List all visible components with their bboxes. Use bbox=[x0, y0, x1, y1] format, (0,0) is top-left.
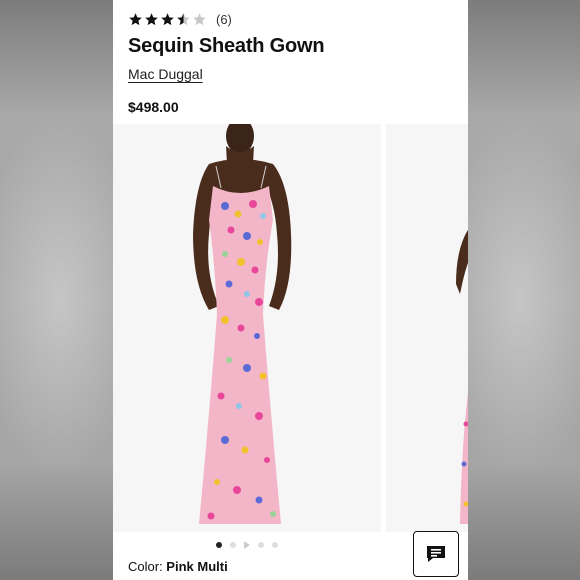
product-title: Sequin Sheath Gown bbox=[128, 35, 325, 57]
product-page: (6) Sequin Sheath Gown Mac Duggal $498.0… bbox=[113, 0, 468, 580]
review-count[interactable]: (6) bbox=[216, 12, 232, 27]
brand-link[interactable]: Mac Duggal bbox=[128, 66, 203, 82]
color-value: Pink Multi bbox=[166, 559, 228, 574]
star-icon bbox=[128, 12, 143, 27]
carousel-dot[interactable] bbox=[258, 542, 264, 548]
carousel-dot[interactable] bbox=[216, 542, 222, 548]
next-product-image[interactable] bbox=[386, 124, 468, 532]
product-price: $498.00 bbox=[128, 99, 179, 115]
product-image[interactable] bbox=[113, 124, 381, 532]
carousel-dot[interactable] bbox=[230, 542, 236, 548]
image-carousel[interactable] bbox=[113, 124, 468, 534]
rating-summary[interactable]: (6) bbox=[128, 12, 232, 27]
color-label: Color: bbox=[128, 559, 167, 574]
color-selection: Color: Pink Multi bbox=[128, 559, 228, 574]
star-empty-icon bbox=[192, 12, 207, 27]
star-icon bbox=[144, 12, 159, 27]
product-header: (6) Sequin Sheath Gown Mac Duggal $498.0… bbox=[113, 0, 468, 124]
star-icon bbox=[160, 12, 175, 27]
chat-icon bbox=[427, 546, 445, 562]
star-rating bbox=[128, 12, 208, 27]
carousel-dot[interactable] bbox=[272, 542, 278, 548]
chat-button[interactable] bbox=[413, 531, 459, 577]
carousel-pagination bbox=[113, 541, 381, 549]
play-icon[interactable] bbox=[244, 541, 250, 549]
star-half-icon bbox=[176, 12, 191, 27]
